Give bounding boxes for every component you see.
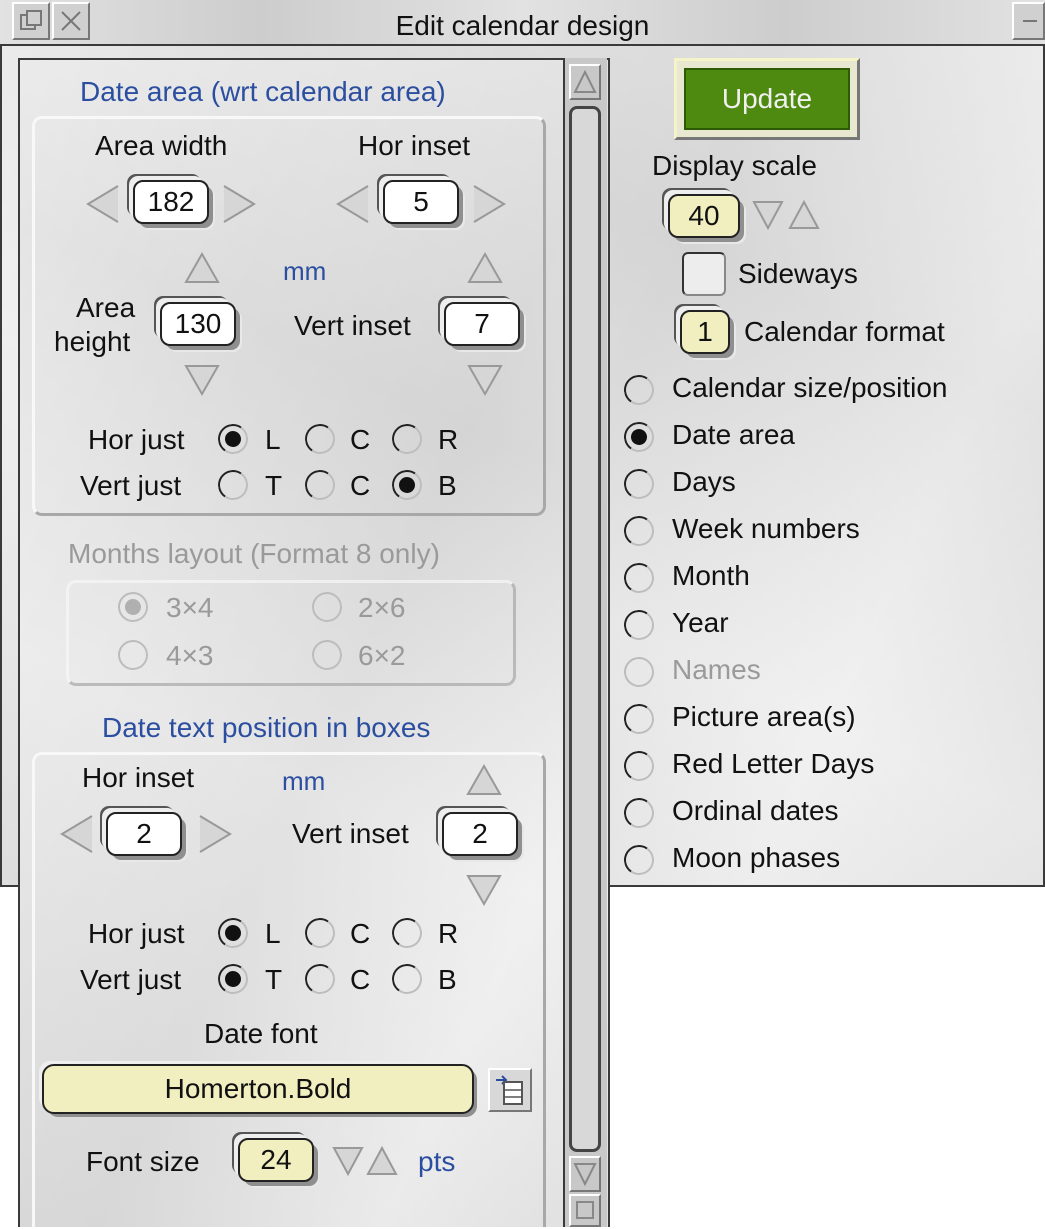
date-area-units: mm	[283, 256, 327, 286]
section-label: Month	[672, 560, 750, 591]
decrease-font-size-icon[interactable]	[332, 1144, 364, 1178]
layout-option-label: 2×6	[358, 592, 406, 623]
font-size-units: pts	[418, 1146, 456, 1177]
option-label: B	[438, 964, 457, 995]
vertical-scrollbar[interactable]	[563, 58, 607, 1227]
section-label: Week numbers	[672, 513, 860, 544]
date-text-vert-inset-label: Vert inset	[292, 818, 409, 849]
iconise-icon[interactable]	[1012, 2, 1045, 40]
text-hor-inset-field[interactable]: 2	[106, 812, 182, 856]
text-vert-inset-field[interactable]: 2	[442, 812, 518, 856]
date-text-hor-just-label: Hor just	[88, 918, 185, 949]
area-height-field[interactable]: 130	[160, 302, 236, 346]
scroll-up-icon[interactable]	[569, 64, 601, 100]
layout-option-label: 3×4	[166, 592, 214, 623]
increase-scale-icon[interactable]	[788, 198, 820, 232]
option-label: B	[438, 470, 457, 501]
decrease-height-icon[interactable]	[184, 364, 220, 398]
increase-vert-inset-icon[interactable]	[467, 250, 503, 284]
area-height-label-line2: height	[54, 326, 131, 357]
update-button[interactable]: Update	[684, 68, 850, 130]
sideways-checkbox[interactable]	[682, 252, 726, 296]
area-width-label: Area width	[95, 130, 228, 161]
option-label: T	[265, 964, 283, 995]
option-label: L	[265, 424, 281, 455]
decrease-vert-inset-icon[interactable]	[467, 364, 503, 398]
title-bar[interactable]: Edit calendar design	[0, 0, 1045, 46]
section-label: Moon phases	[672, 842, 841, 873]
increase-text-vert-inset-icon[interactable]	[466, 762, 502, 796]
increase-hor-inset-icon[interactable]	[470, 182, 510, 226]
font-menu-icon[interactable]	[488, 1068, 532, 1112]
section-label-disabled: Names	[672, 654, 761, 685]
hor-inset-label: Hor inset	[358, 130, 471, 161]
scroll-thumb[interactable]	[569, 106, 601, 1152]
hor-inset-field[interactable]: 5	[383, 180, 459, 224]
section-label: Picture area(s)	[672, 701, 856, 732]
section-label: Red Letter Days	[672, 748, 875, 779]
calendar-format-label: Calendar format	[744, 316, 945, 347]
date-text-vert-just-label: Vert just	[80, 964, 182, 995]
display-scale-field[interactable]: 40	[668, 194, 740, 238]
date-area-vert-just-label: Vert just	[80, 470, 182, 501]
option-label: C	[350, 964, 371, 995]
option-label: L	[265, 918, 281, 949]
option-label: C	[350, 918, 371, 949]
decrease-text-vert-inset-icon[interactable]	[466, 874, 502, 908]
decrease-width-icon[interactable]	[82, 182, 122, 226]
area-height-label-line1: Area	[76, 292, 136, 323]
decrease-hor-inset-icon[interactable]	[332, 182, 372, 226]
date-font-field[interactable]: Homerton.Bold	[42, 1064, 474, 1114]
section-label: Date area	[672, 419, 795, 450]
increase-width-icon[interactable]	[220, 182, 260, 226]
section-label: Days	[672, 466, 736, 497]
date-area-heading: Date area (wrt calendar area)	[80, 76, 446, 107]
option-label: C	[350, 424, 371, 455]
increase-font-size-icon[interactable]	[366, 1144, 398, 1178]
months-layout-heading: Months layout (Format 8 only)	[68, 538, 440, 569]
option-label: C	[350, 470, 371, 501]
option-label: T	[265, 470, 283, 501]
option-label: R	[438, 424, 459, 455]
option-label: R	[438, 918, 459, 949]
display-scale-label: Display scale	[652, 150, 817, 181]
increase-text-hor-inset-icon[interactable]	[196, 812, 236, 856]
layout-option-label: 4×3	[166, 640, 214, 671]
section-label: Calendar size/position	[672, 372, 948, 403]
font-size-label: Font size	[86, 1146, 200, 1177]
calendar-format-field[interactable]: 1	[680, 310, 730, 354]
area-width-field[interactable]: 182	[133, 180, 209, 224]
date-text-units: mm	[282, 766, 326, 796]
section-label: Ordinal dates	[672, 795, 839, 826]
date-text-hor-inset-label: Hor inset	[82, 762, 195, 793]
section-label: Year	[672, 607, 729, 638]
vert-inset-label: Vert inset	[294, 310, 411, 341]
date-text-heading: Date text position in boxes	[102, 712, 431, 743]
vert-inset-field[interactable]: 7	[444, 302, 520, 346]
font-size-field[interactable]: 24	[238, 1138, 314, 1182]
increase-height-icon[interactable]	[184, 250, 220, 284]
resize-icon[interactable]	[569, 1194, 601, 1227]
scroll-down-icon[interactable]	[569, 1156, 601, 1192]
layout-option-label: 6×2	[358, 640, 406, 671]
date-area-hor-just-label: Hor just	[88, 424, 185, 455]
decrease-text-hor-inset-icon[interactable]	[56, 812, 96, 856]
date-font-label: Date font	[204, 1018, 318, 1049]
window-title: Edit calendar design	[395, 10, 650, 41]
decrease-scale-icon[interactable]	[752, 198, 784, 232]
sideways-label: Sideways	[738, 258, 858, 289]
